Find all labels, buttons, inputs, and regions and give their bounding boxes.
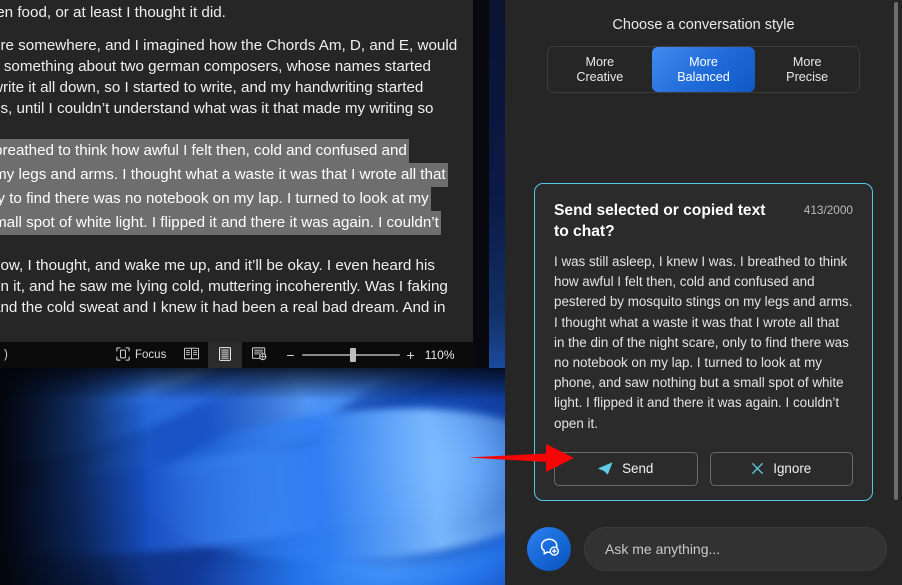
paragraph-gap <box>0 235 473 255</box>
read-mode-icon <box>184 347 199 363</box>
desktop-dark-strip <box>473 0 489 368</box>
print-layout-button[interactable] <box>208 342 242 368</box>
zoom-slider-thumb[interactable] <box>350 348 356 362</box>
wallpaper-left-shade <box>0 368 150 585</box>
doc-line: and the cold sweat and I knew it had bee… <box>0 297 473 318</box>
paragraph-3-selected[interactable]: breathed to think how awful I felt then,… <box>0 139 473 235</box>
ask-input[interactable]: Ask me anything... <box>584 527 887 571</box>
character-counter: 413/2000 <box>804 200 853 217</box>
doc-line: s something about two german composers, … <box>0 56 473 77</box>
doc-line: es, until I couldn’t understand what was… <box>0 98 473 119</box>
doc-line: write it all down, so I started to write… <box>0 77 473 98</box>
ignore-button-label: Ignore <box>773 461 811 476</box>
document-page[interactable]: ten food, or at least I thought it did. … <box>0 0 473 342</box>
word-document-window: ten food, or at least I thought it did. … <box>0 0 473 368</box>
focus-mode-icon <box>116 347 130 364</box>
style-label-line2: Precise <box>786 70 828 85</box>
read-mode-button[interactable] <box>174 342 208 368</box>
selected-text-line: my legs and arms. I thought what a waste… <box>0 163 448 187</box>
card-action-row: Send Ignore <box>554 452 853 486</box>
style-label-line1: More <box>585 55 614 70</box>
print-layout-icon <box>219 347 231 364</box>
card-title: Send selected or copied text to chat? <box>554 200 772 242</box>
selected-text-line: ly to find there was no notebook on my l… <box>0 187 431 211</box>
doc-line: ere somewhere, and I imagined how the Ch… <box>0 35 473 56</box>
selected-text-line: breathed to think how awful I felt then,… <box>0 139 409 163</box>
style-label-line2: Balanced <box>677 70 730 85</box>
style-button-more-balanced[interactable]: More Balanced <box>652 47 756 92</box>
screen-root: Windows 11 Home Insider Preview Single L… <box>0 0 902 585</box>
zoom-in-button[interactable]: + <box>407 348 415 362</box>
selected-text-line: mall spot of white light. I flipped it a… <box>0 211 441 235</box>
doc-line: en it, and he saw me lying cold, mutteri… <box>0 276 473 297</box>
card-header: Send selected or copied text to chat? 41… <box>554 200 853 242</box>
zoom-slider-track[interactable] <box>302 354 400 356</box>
zoom-slider[interactable]: − + <box>286 348 414 362</box>
copilot-panel-scrollbar[interactable] <box>894 2 898 500</box>
conversation-style-heading: Choose a conversation style <box>505 0 902 33</box>
style-label-line2: Creative <box>576 70 623 85</box>
copilot-panel: Choose a conversation style More Creativ… <box>505 0 902 585</box>
focus-mode-button[interactable]: Focus <box>108 342 174 368</box>
style-label-line1: More <box>689 55 718 70</box>
doc-line: ten food, or at least I thought it did. <box>0 2 473 23</box>
web-layout-icon <box>252 347 267 364</box>
copilot-composer: Ask me anything... <box>527 527 887 571</box>
zoom-percent-label[interactable]: 110% <box>425 348 459 362</box>
ignore-button[interactable]: Ignore <box>710 452 854 486</box>
web-layout-button[interactable] <box>242 342 276 368</box>
paragraph-2: ere somewhere, and I imagined how the Ch… <box>0 35 473 119</box>
new-chat-bubble-plus-icon <box>537 535 561 564</box>
doc-line: now, I thought, and wake me up, and it’l… <box>0 255 473 276</box>
close-x-icon <box>751 462 764 475</box>
style-label-line1: More <box>793 55 822 70</box>
zoom-out-button[interactable]: − <box>286 348 294 362</box>
desktop-blue-strip <box>489 0 505 368</box>
paragraph-1: ten food, or at least I thought it did. <box>0 0 473 23</box>
new-chat-button[interactable] <box>527 527 571 571</box>
style-button-more-creative[interactable]: More Creative <box>548 47 652 92</box>
paragraph-gap <box>0 119 473 139</box>
conversation-style-group: More Creative More Balanced More Precise <box>547 46 860 93</box>
word-status-bar: ) Focus <box>0 342 473 368</box>
send-button-label: Send <box>622 461 653 476</box>
style-button-more-precise[interactable]: More Precise <box>755 47 859 92</box>
send-paper-plane-icon <box>598 462 613 475</box>
paragraph-4: now, I thought, and wake me up, and it’l… <box>0 255 473 318</box>
send-button[interactable]: Send <box>554 452 698 486</box>
card-body-text: I was still asleep, I knew I was. I brea… <box>554 252 853 434</box>
focus-mode-label: Focus <box>135 349 166 361</box>
paragraph-gap <box>0 23 473 35</box>
send-text-to-chat-card: Send selected or copied text to chat? 41… <box>534 183 873 501</box>
status-left-text: ) <box>0 349 108 361</box>
